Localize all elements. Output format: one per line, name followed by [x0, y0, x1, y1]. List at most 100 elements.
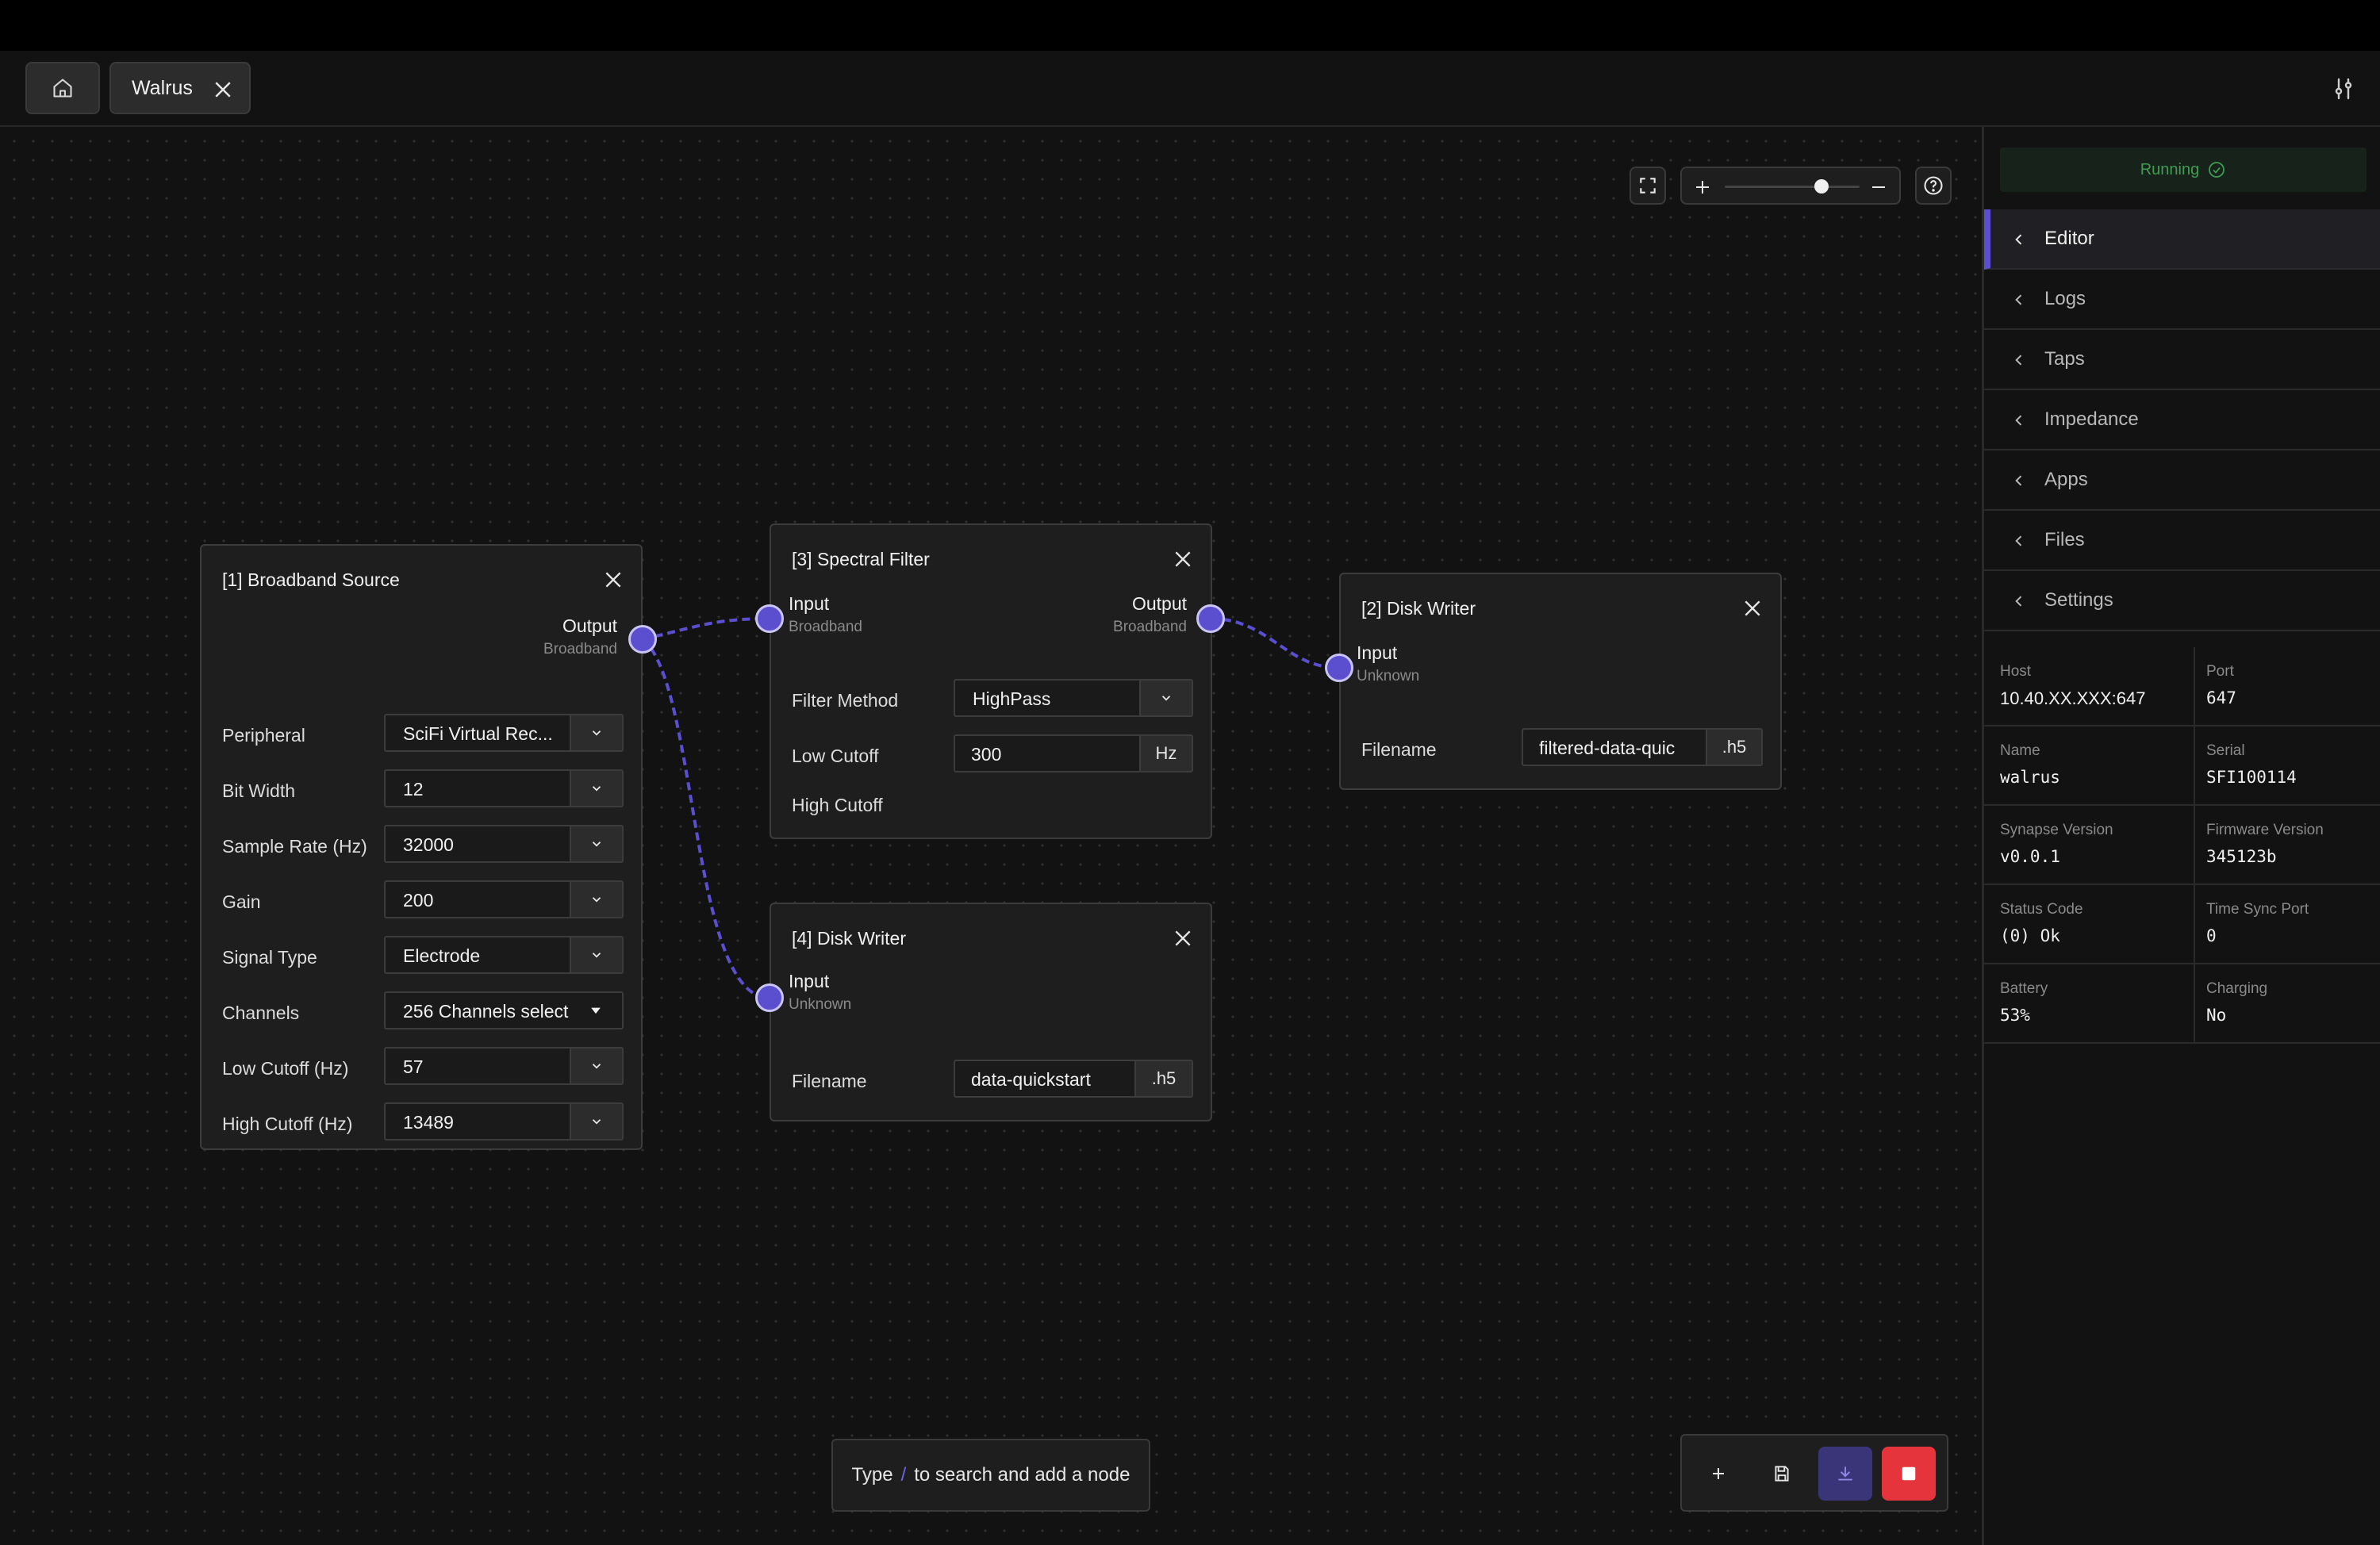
node-broadband-source[interactable]: [1] Broadband Source Output Broadband Pe… [200, 544, 643, 1150]
sample-rate-select[interactable]: 32000 [384, 825, 624, 863]
panel-item-taps[interactable]: Taps [1984, 330, 2380, 390]
panel-item-logs[interactable]: Logs [1984, 270, 2380, 330]
info-cell: Serial SFI100114 [2194, 726, 2374, 806]
search-hint-key: / [900, 1464, 907, 1486]
info-key: Charging [2206, 980, 2268, 997]
broadband-source-output-port[interactable] [628, 625, 657, 654]
info-value: v0.0.1 [2000, 847, 2060, 866]
save-icon [1775, 1466, 1789, 1482]
filename-input[interactable]: filtered-data-quic .h5 [1522, 728, 1763, 766]
info-cell: Battery 53% [2000, 964, 2181, 1044]
field-label: Low Cutoff [792, 746, 879, 766]
spectral-filter-output-port[interactable] [1196, 604, 1225, 633]
unit-suffix: Hz [1139, 736, 1192, 771]
disk-writer-4-input-port[interactable] [755, 983, 784, 1012]
close-icon[interactable] [1742, 598, 1763, 619]
info-value: 10.40.XX.XXX:647 [2000, 688, 2146, 708]
add-node-search[interactable]: Type / to search and add a node [831, 1439, 1150, 1512]
info-cell: Name walrus [2000, 726, 2181, 806]
select-value: 13489 [403, 1112, 454, 1133]
graph-canvas[interactable]: [1] Broadband Source Output Broadband Pe… [0, 127, 1982, 1545]
chevron-down-icon [592, 786, 601, 792]
panel-item-settings[interactable]: Settings [1984, 571, 2380, 631]
close-icon[interactable] [1173, 549, 1193, 569]
panel-item-files[interactable]: Files [1984, 511, 2380, 571]
low-cutoff-select[interactable]: 57 [384, 1047, 624, 1085]
field-label: Gain [222, 891, 261, 912]
info-key: Battery [2000, 980, 2048, 997]
tab-walrus[interactable]: Walrus [109, 62, 251, 114]
field-label: Channels [222, 1003, 300, 1023]
channels-select[interactable]: 256 Channels select... [384, 991, 624, 1029]
check-circle-icon [2209, 162, 2225, 178]
save-button[interactable] [1755, 1447, 1809, 1501]
info-value: No [2206, 1006, 2227, 1025]
field-label: Filter Method [792, 690, 899, 711]
info-cell: Status Code (0) Ok [2000, 885, 2181, 964]
home-button[interactable] [25, 62, 100, 114]
node-disk-writer-2[interactable]: [2] Disk Writer Input Unknown Filename f… [1339, 573, 1782, 790]
close-icon[interactable] [1173, 928, 1193, 949]
select-value: Electrode [403, 945, 481, 966]
wire-source-to-writer4 [641, 638, 770, 1000]
input-value: filtered-data-quic [1539, 738, 1676, 758]
gain-select[interactable]: 200 [384, 880, 624, 918]
info-value: 0 [2206, 926, 2217, 945]
output-port-label: Output [1131, 593, 1187, 614]
chevron-left-icon [2015, 535, 2022, 546]
chevron-left-icon [2015, 596, 2022, 607]
info-value: SFI100114 [2206, 768, 2297, 787]
peripheral-select[interactable]: SciFi Virtual Rec... [384, 714, 624, 752]
download-button[interactable] [1818, 1447, 1872, 1501]
close-icon[interactable] [211, 78, 235, 102]
info-value: 647 [2206, 688, 2236, 707]
disk-writer-2-input-port[interactable] [1325, 654, 1353, 682]
info-row: Synapse Version v0.0.1 Firmware Version … [1984, 806, 2380, 885]
field-label: Bit Width [222, 780, 296, 801]
high-cutoff-select[interactable]: 13489 [384, 1102, 624, 1141]
wire-filter-to-writer2 [1210, 617, 1340, 669]
tab-label: Walrus [132, 76, 193, 99]
stop-button[interactable] [1882, 1447, 1936, 1501]
info-row: Name walrus Serial SFI100114 [1984, 726, 2380, 806]
low-cutoff-input[interactable]: 300 Hz [954, 734, 1193, 772]
wire-source-to-filter [642, 617, 770, 641]
plus-icon [1713, 1468, 1724, 1479]
spectral-filter-input-port[interactable] [755, 604, 784, 633]
select-value: 32000 [403, 834, 454, 855]
chevron-down-icon [592, 1119, 601, 1125]
panel-item-editor[interactable]: Editor [1984, 209, 2380, 270]
input-port-label: Input [789, 971, 830, 991]
info-cell: Firmware Version 345123b [2194, 806, 2374, 885]
node-title: [4] Disk Writer [792, 928, 906, 949]
info-cell: Time Sync Port 0 [2194, 885, 2374, 964]
input-port-label: Input [789, 593, 830, 614]
filename-input[interactable]: data-quickstart .h5 [954, 1060, 1193, 1098]
info-key: Synapse Version [2000, 822, 2113, 838]
extension-suffix: .h5 [1134, 1061, 1192, 1096]
output-port-type: Broadband [543, 641, 617, 657]
chevron-left-icon [2015, 355, 2022, 366]
filter-method-select[interactable]: HighPass [954, 679, 1193, 717]
info-cell: Charging No [2194, 964, 2374, 1044]
search-hint-suffix: to search and add a node [914, 1464, 1130, 1486]
panel-item-apps[interactable]: Apps [1984, 450, 2380, 511]
input-port-label: Input [1357, 642, 1398, 663]
adjustments-icon[interactable] [2329, 75, 2358, 103]
info-value: 345123b [2206, 847, 2277, 866]
signal-type-select[interactable]: Electrode [384, 936, 624, 974]
info-cell: Host 10.40.XX.XXX:647 [2000, 647, 2181, 726]
chevron-left-icon [2015, 294, 2022, 305]
action-bar [1680, 1434, 1948, 1512]
node-title: [2] Disk Writer [1361, 598, 1476, 619]
close-icon[interactable] [603, 569, 624, 590]
add-node-button[interactable] [1691, 1447, 1745, 1501]
node-spectral-filter[interactable]: [3] Spectral Filter Input Broadband Outp… [770, 523, 1212, 839]
panel-item-impedance[interactable]: Impedance [1984, 390, 2380, 450]
field-label: High Cutoff [792, 795, 883, 815]
node-disk-writer-4[interactable]: [4] Disk Writer Input Unknown Filename d… [770, 903, 1212, 1121]
panel-item-label: Editor [2044, 228, 2094, 249]
chevron-left-icon [2015, 234, 2022, 245]
bit-width-select[interactable]: 12 [384, 769, 624, 807]
device-info: Host 10.40.XX.XXX:647 Port 647 Name walr… [1984, 647, 2380, 1044]
